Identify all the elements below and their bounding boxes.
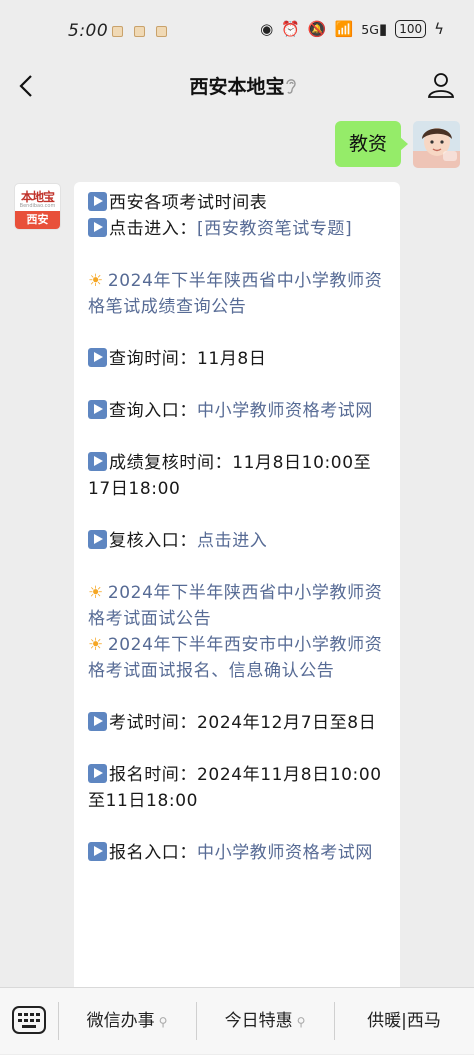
play-icon <box>88 218 107 237</box>
play-icon <box>88 842 107 861</box>
menu-item-label: 今日特惠 <box>224 1011 293 1031</box>
query-time-value: 11月8日 <box>197 349 267 369</box>
signal-icon: 5G▮ <box>361 20 388 38</box>
review-entry-link[interactable]: 点击进入 <box>197 531 267 551</box>
message-line: 点击进入：[西安教资笔试专题] <box>88 216 387 242</box>
battery-icon: 100 <box>395 20 427 38</box>
score-query-notice-link[interactable]: ☀ 2024年下半年陕西省中小学教师资格笔试成绩查询公告 <box>88 268 387 320</box>
notification-icon <box>134 26 145 37</box>
mute-icon: 🔕 <box>307 20 327 38</box>
play-icon <box>88 192 107 211</box>
wifi-icon: 📶 <box>334 20 354 38</box>
menu-item-daily-deals[interactable]: 今日特惠 ⚲ <box>196 988 334 1054</box>
play-icon <box>88 452 107 471</box>
chat-title: 西安本地宝 <box>189 76 285 98</box>
account-menu-bar: 微信办事 ⚲ 今日特惠 ⚲ 供暖|西马 <box>0 987 474 1054</box>
menu-item-label: 供暖|西马 <box>367 1011 441 1031</box>
link-prefix: 点击进入： <box>109 219 197 239</box>
message-line: 查询时间：11月8日 <box>88 346 387 372</box>
link-icon: ⚲ <box>296 1015 306 1029</box>
profile-icon[interactable] <box>426 70 456 100</box>
link-icon: ⚲ <box>158 1015 168 1029</box>
written-exam-topic-link[interactable]: [西安教资笔试专题] <box>197 219 352 239</box>
ear-mode-icon <box>286 79 296 94</box>
review-entry-label: 复核入口： <box>109 531 197 551</box>
play-icon <box>88 712 107 731</box>
keyboard-icon[interactable] <box>12 1006 46 1034</box>
exam-time-value: 2024年12月7日至8日 <box>197 713 377 733</box>
signup-entry-label: 报名入口： <box>109 843 197 863</box>
received-message-bubble[interactable]: 西安各项考试时间表 点击进入：[西安教资笔试专题] ☀ 2024年下半年陕西省中小… <box>74 182 400 1012</box>
menu-item-heating[interactable]: 供暖|西马 <box>334 988 474 1054</box>
message-line: 成绩复核时间：11月8日10:00至17日18:00 <box>88 450 387 502</box>
notice-text[interactable]: 2024年下半年西安市中小学教师资格考试面试报名、信息确认公告 <box>88 635 382 681</box>
review-time-label: 成绩复核时间： <box>109 453 233 473</box>
status-time: 5:00 <box>68 21 109 41</box>
chat-header: 西安本地宝 <box>0 62 474 110</box>
notification-icon <box>156 26 167 37</box>
user-avatar[interactable] <box>413 121 460 168</box>
play-icon <box>88 348 107 367</box>
sun-icon: ☀ <box>88 271 104 291</box>
signup-time-label: 报名时间： <box>109 765 197 785</box>
notification-icon <box>112 26 123 37</box>
play-icon <box>88 530 107 549</box>
charging-icon: ϟ <box>434 20 444 38</box>
message-line: 西安各项考试时间表 <box>88 190 387 216</box>
menu-item-label: 微信办事 <box>86 1011 155 1031</box>
status-bar: 5:00 ◉ ⏰ 🔕 📶 5G▮ 100 ϟ <box>0 0 474 62</box>
exam-schedule-text: 西安各项考试时间表 <box>109 193 268 213</box>
query-entry-link[interactable]: 中小学教师资格考试网 <box>197 401 373 421</box>
interview-signup-notice-link[interactable]: ☀ 2024年下半年西安市中小学教师资格考试面试报名、信息确认公告 <box>88 632 387 684</box>
notice-text[interactable]: 2024年下半年陕西省中小学教师资格考试面试公告 <box>88 583 382 629</box>
query-entry-label: 查询入口： <box>109 401 197 421</box>
message-line: 报名时间：2024年11月8日10:00至11日18:00 <box>88 762 387 814</box>
message-line: 复核入口：点击进入 <box>88 528 387 554</box>
query-time-label: 查询时间： <box>109 349 197 369</box>
sent-message-bubble[interactable]: 教资 <box>334 121 409 167</box>
network-type: 5G <box>361 22 379 37</box>
account-avatar[interactable]: 本地宝 Bendibao.com 西安 <box>14 183 61 230</box>
exam-time-label: 考试时间： <box>109 713 197 733</box>
alarm-icon: ⏰ <box>281 20 300 38</box>
message-line: 查询入口：中小学教师资格考试网 <box>88 398 387 424</box>
interview-notice-link[interactable]: ☀ 2024年下半年陕西省中小学教师资格考试面试公告 <box>88 580 387 632</box>
status-icons: ◉ ⏰ 🔕 📶 5G▮ 100 ϟ <box>260 20 444 38</box>
play-icon <box>88 400 107 419</box>
menu-item-wechat-services[interactable]: 微信办事 ⚲ <box>58 988 196 1054</box>
logo-city: 西安 <box>15 211 60 229</box>
sun-icon: ☀ <box>88 583 104 603</box>
sun-icon: ☀ <box>88 635 104 655</box>
logo-url: Bendibao.com <box>19 203 56 209</box>
signup-entry-link[interactable]: 中小学教师资格考试网 <box>197 843 373 863</box>
eye-icon: ◉ <box>260 20 274 38</box>
message-line: 考试时间：2024年12月7日至8日 <box>88 710 387 736</box>
message-line: 报名入口：中小学教师资格考试网 <box>88 840 387 866</box>
notice-text[interactable]: 2024年下半年陕西省中小学教师资格笔试成绩查询公告 <box>88 271 382 317</box>
play-icon <box>88 764 107 783</box>
